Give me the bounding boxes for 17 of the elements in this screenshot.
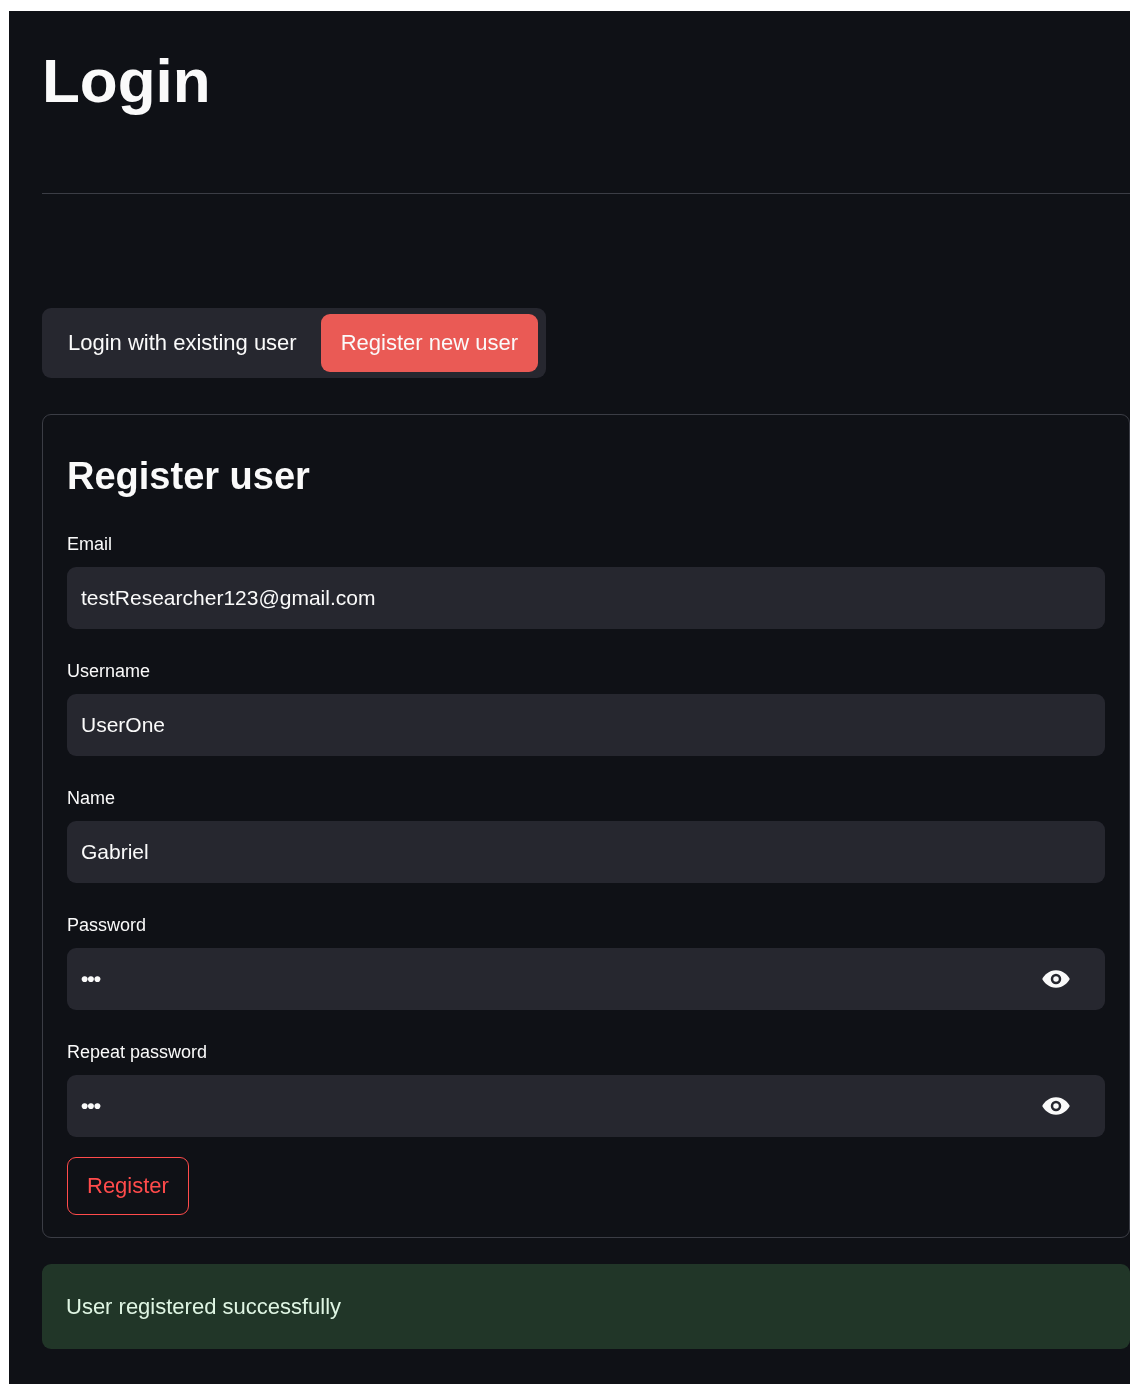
input-field[interactable]: ••• — [67, 948, 1105, 1010]
tab[interactable]: Login with existing user — [48, 314, 317, 372]
field-label: Email — [67, 534, 112, 555]
field-label: Username — [67, 661, 151, 682]
input-field[interactable]: ••• — [67, 1075, 1105, 1137]
message-text: User registered successfully — [66, 1293, 342, 1320]
page-title: Login — [42, 45, 211, 117]
register-button[interactable]: Register — [67, 1157, 189, 1215]
field-label: Repeat password — [67, 1042, 208, 1063]
input-field[interactable]: UserOne — [67, 694, 1105, 756]
eye-icon[interactable] — [1041, 969, 1071, 989]
eye-icon[interactable] — [1041, 1096, 1071, 1116]
input-field[interactable]: testResearcher123@gmail.com — [67, 567, 1105, 629]
input-field[interactable]: Gabriel — [67, 821, 1105, 883]
form-heading: Register user — [67, 455, 310, 498]
field-label: Password — [67, 915, 147, 936]
field-label: Name — [67, 788, 115, 809]
